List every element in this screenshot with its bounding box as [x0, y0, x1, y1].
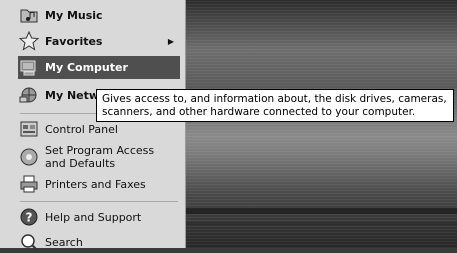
printer-icon: [18, 173, 40, 195]
menu-item-favorites[interactable]: Favorites ▶: [18, 30, 180, 52]
menu-item-my-music[interactable]: My Music: [18, 4, 180, 26]
music-folder-icon: [18, 4, 40, 26]
program-access-icon: [18, 146, 40, 168]
tooltip-text: Gives access to, and information about, …: [102, 93, 447, 118]
start-menu-right-column: My Music Favorites ▶ My Computer My Netw…: [0, 0, 186, 251]
submenu-arrow-icon: ▶: [167, 36, 174, 46]
search-icon: [18, 231, 40, 253]
star-icon: [18, 30, 40, 52]
control-panel-icon: [18, 118, 40, 140]
menu-item-help-and-support[interactable]: ? Help and Support: [18, 206, 180, 228]
svg-text:?: ?: [26, 211, 33, 225]
menu-item-my-computer[interactable]: My Computer: [18, 56, 180, 79]
menu-item-printers-and-faxes[interactable]: Printers and Faxes: [18, 173, 180, 195]
network-icon: [18, 84, 40, 106]
menu-separator: [20, 201, 178, 202]
tooltip: Gives access to, and information about, …: [96, 89, 454, 122]
menu-item-set-program-access[interactable]: Set Program Access and Defaults: [18, 143, 180, 171]
menu-item-search[interactable]: Search: [18, 232, 180, 252]
menu-item-my-network-places[interactable]: My Network Places: [18, 84, 96, 106]
desktop-band: [180, 208, 457, 214]
help-icon: ?: [18, 206, 40, 228]
desktop-background: [180, 0, 457, 248]
desktop-band: [180, 222, 457, 225]
computer-icon: [18, 57, 40, 79]
